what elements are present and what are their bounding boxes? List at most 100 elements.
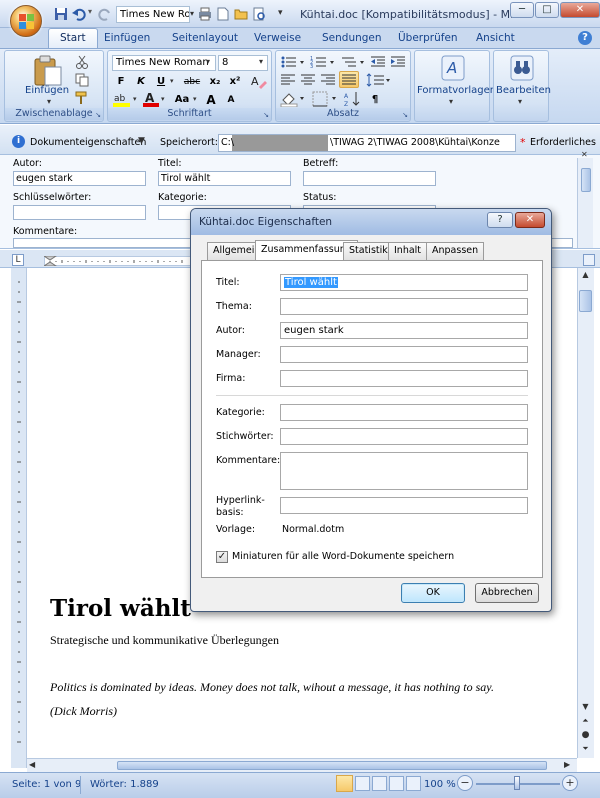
font-size-dropdown-icon[interactable]: ▾ xyxy=(259,57,263,66)
tab-selector[interactable]: L xyxy=(12,254,24,266)
print-icon[interactable] xyxy=(198,7,212,21)
scroll-left-icon[interactable]: ◀ xyxy=(29,760,35,769)
tab-start[interactable]: Start xyxy=(48,28,98,49)
zoom-in-button[interactable]: + xyxy=(562,775,578,791)
qat-customize-icon[interactable]: ▾ xyxy=(278,8,283,18)
numbering-icon[interactable]: 123 xyxy=(310,55,336,69)
scroll-down-icon[interactable]: ▼ xyxy=(579,702,592,716)
change-case-dropdown-icon[interactable]: ▾ xyxy=(193,95,197,103)
dlg-kommentare-field[interactable] xyxy=(280,452,528,490)
dlg-kategorie-field[interactable] xyxy=(280,404,528,421)
tab-einfuegen[interactable]: Einfügen xyxy=(104,32,150,44)
print-preview-icon[interactable] xyxy=(252,7,266,21)
align-center-icon[interactable] xyxy=(300,73,316,87)
clipboard-launcher-icon[interactable]: ↘ xyxy=(95,111,101,119)
strikethrough-button[interactable]: abc xyxy=(180,73,204,90)
page-count[interactable]: Seite: 1 von 9 xyxy=(12,779,81,790)
zoom-slider-thumb[interactable] xyxy=(514,776,520,790)
increase-indent-icon[interactable] xyxy=(390,55,406,69)
bullets-icon[interactable] xyxy=(280,55,306,69)
justify-button[interactable] xyxy=(339,71,359,88)
group-styles[interactable]: A Formatvorlagen ▾ xyxy=(414,50,496,122)
horizontal-scroll-thumb[interactable] xyxy=(117,761,547,770)
grow-font-button[interactable]: A xyxy=(202,91,220,108)
underline-button[interactable]: U xyxy=(152,73,170,90)
show-marks-button[interactable]: ¶ xyxy=(366,91,384,108)
format-painter-icon[interactable] xyxy=(75,91,89,105)
tab-sendungen[interactable]: Sendungen xyxy=(322,32,382,44)
office-button[interactable] xyxy=(10,5,42,37)
previous-page-icon[interactable]: ⏶ xyxy=(579,716,592,730)
cancel-button[interactable]: Abbrechen xyxy=(475,583,539,603)
borders-icon[interactable] xyxy=(312,91,338,107)
dlg-titel-field[interactable]: Tirol wählt xyxy=(280,274,528,291)
zoom-out-button[interactable]: − xyxy=(457,775,473,791)
scroll-right-icon[interactable]: ▶ xyxy=(564,760,570,769)
editing-dropdown-icon[interactable]: ▾ xyxy=(518,97,522,106)
panel-scroll-thumb[interactable] xyxy=(581,168,591,192)
web-layout-view-button[interactable] xyxy=(372,776,387,791)
new-document-icon[interactable] xyxy=(216,7,230,21)
decrease-indent-icon[interactable] xyxy=(370,55,386,69)
dialog-tab-inhalt[interactable]: Inhalt xyxy=(388,242,428,260)
dlg-thema-field[interactable] xyxy=(280,298,528,315)
tab-ansicht[interactable]: Ansicht xyxy=(476,32,515,44)
bold-button[interactable]: F xyxy=(112,73,130,90)
underline-dropdown-icon[interactable]: ▾ xyxy=(170,77,174,85)
copy-icon[interactable] xyxy=(75,73,89,87)
schluesselwoerter-field[interactable] xyxy=(13,205,146,220)
outline-view-button[interactable] xyxy=(389,776,404,791)
tab-verweise[interactable]: Verweise xyxy=(254,32,301,44)
qat-font-box[interactable]: Times New Ro xyxy=(116,6,190,23)
dlg-autor-field[interactable]: eugen stark xyxy=(280,322,528,339)
italic-button[interactable]: K xyxy=(132,73,150,90)
dlg-stichwoerter-field[interactable] xyxy=(280,428,528,445)
sort-icon[interactable]: AZ xyxy=(344,91,362,107)
paste-icon[interactable] xyxy=(33,55,63,87)
panel-close-icon[interactable]: ✕ xyxy=(581,150,588,159)
doc-properties-title[interactable]: Dokumenteigenschaften xyxy=(30,137,146,148)
paragraph-launcher-icon[interactable]: ↘ xyxy=(402,111,408,119)
dialog-tab-anpassen[interactable]: Anpassen xyxy=(426,242,485,260)
dlg-firma-field[interactable] xyxy=(280,370,528,387)
paste-button[interactable]: Einfügen xyxy=(25,85,69,96)
font-name-box[interactable]: Times New Roman xyxy=(112,55,216,71)
align-left-icon[interactable] xyxy=(280,73,296,87)
line-spacing-icon[interactable] xyxy=(366,73,392,87)
dialog-help-button[interactable]: ? xyxy=(487,212,513,228)
font-color-dropdown-icon[interactable]: ▾ xyxy=(161,95,165,103)
print-layout-view-button[interactable] xyxy=(336,775,353,792)
view-ruler-icon[interactable] xyxy=(583,254,595,266)
undo-dropdown-icon[interactable]: ▾ xyxy=(88,7,92,16)
qat-font-dropdown-icon[interactable]: ▾ xyxy=(190,9,194,18)
minimize-button[interactable]: ─ xyxy=(510,2,534,18)
shading-icon[interactable] xyxy=(280,91,306,107)
browse-object-icon[interactable]: ● xyxy=(579,730,592,744)
help-icon[interactable]: ? xyxy=(578,31,592,45)
change-case-button[interactable]: Aa xyxy=(170,91,194,108)
tab-seitenlayout[interactable]: Seitenlayout xyxy=(172,32,238,44)
font-launcher-icon[interactable]: ↘ xyxy=(263,111,269,119)
draft-view-button[interactable] xyxy=(406,776,421,791)
dlg-manager-field[interactable] xyxy=(280,346,528,363)
subscript-button[interactable]: x₂ xyxy=(206,73,224,90)
zoom-level[interactable]: 100 % xyxy=(424,779,456,790)
horizontal-scrollbar[interactable]: ◀ ▶ xyxy=(27,758,577,772)
vertical-scrollbar[interactable] xyxy=(577,268,594,758)
panel-scrollbar[interactable] xyxy=(577,158,593,248)
save-icon[interactable] xyxy=(54,7,68,21)
scroll-thumb[interactable] xyxy=(579,290,592,312)
font-color-icon[interactable]: A xyxy=(142,91,160,108)
autor-field[interactable]: eugen stark xyxy=(13,171,146,186)
scroll-up-icon[interactable]: ▲ xyxy=(579,270,592,284)
multilevel-list-icon[interactable] xyxy=(340,55,366,69)
undo-icon[interactable] xyxy=(72,7,86,21)
maximize-button[interactable]: □ xyxy=(535,2,559,18)
shrink-font-button[interactable]: A xyxy=(222,91,240,108)
cut-icon[interactable] xyxy=(75,55,89,69)
highlight-icon[interactable]: ab xyxy=(112,91,132,108)
font-name-dropdown-icon[interactable]: ▾ xyxy=(206,57,210,66)
superscript-button[interactable]: x² xyxy=(226,73,244,90)
open-folder-icon[interactable] xyxy=(234,7,248,21)
group-editing[interactable]: Bearbeiten ▾ xyxy=(493,50,551,122)
